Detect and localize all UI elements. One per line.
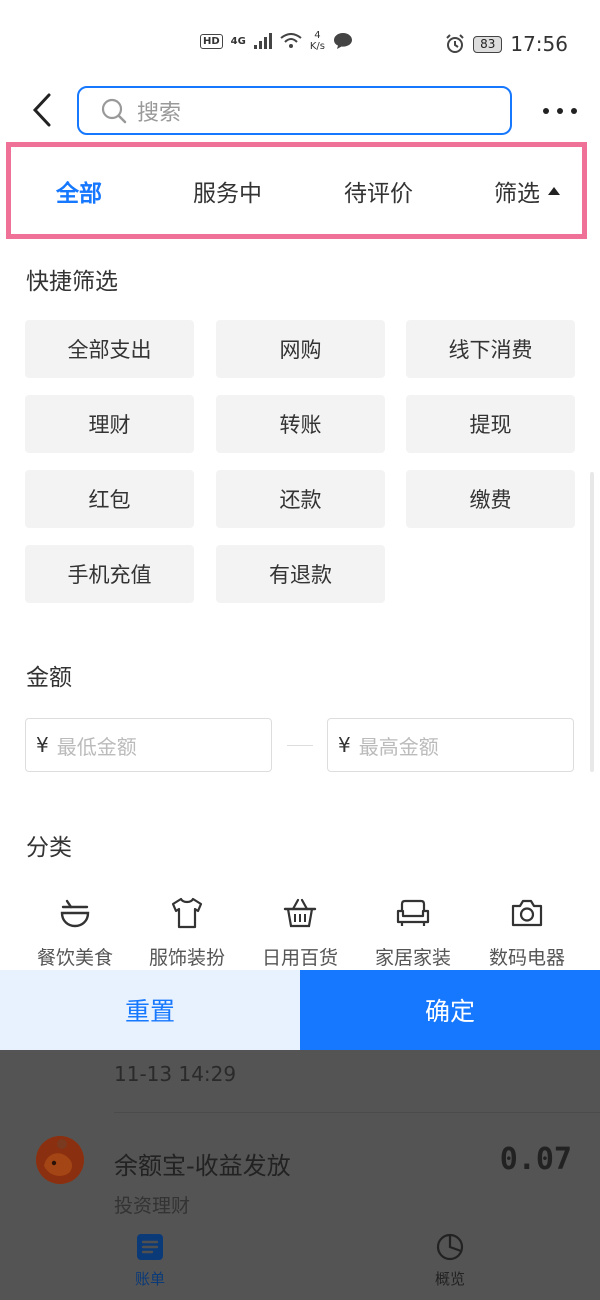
- search-placeholder: 搜索: [137, 100, 182, 126]
- currency-symbol: ¥: [338, 733, 351, 757]
- tab-in-service[interactable]: 服务中: [193, 147, 262, 234]
- max-amount-input[interactable]: ¥ 最高金额: [327, 718, 574, 772]
- yuebao-logo-icon: [36, 1136, 84, 1184]
- category-label: 家居家装: [374, 947, 451, 969]
- amount-title: 金额: [26, 665, 72, 691]
- tab-filter-label: 筛选: [494, 180, 540, 207]
- basket-icon: [283, 898, 317, 928]
- chip-withdraw[interactable]: 提现: [406, 395, 575, 453]
- nav-bills-label: 账单: [134, 1270, 165, 1288]
- bowl-icon: [60, 899, 90, 928]
- chip-red-packet[interactable]: 红包: [25, 470, 194, 528]
- range-divider: [287, 745, 313, 746]
- search-input[interactable]: 搜索: [77, 86, 512, 135]
- signal-icon: [253, 33, 272, 49]
- nav-overview-label: 概览: [434, 1270, 465, 1288]
- pie-chart-icon: [436, 1233, 464, 1261]
- chip-wealth[interactable]: 理财: [25, 395, 194, 453]
- confirm-button[interactable]: 确定: [300, 970, 600, 1050]
- hd-badge: HD: [200, 33, 223, 49]
- network-speed: 4 K/s: [310, 30, 325, 52]
- header: 搜索: [0, 80, 600, 142]
- category-food[interactable]: 餐饮美食: [25, 895, 125, 970]
- chip-online-shopping[interactable]: 网购: [216, 320, 385, 378]
- chip-phone-topup[interactable]: 手机充值: [25, 545, 194, 603]
- alarm-icon: [446, 34, 464, 53]
- nav-bills[interactable]: 账单: [110, 1232, 190, 1289]
- reset-button[interactable]: 重置: [0, 970, 300, 1050]
- nav-overview[interactable]: 概览: [410, 1232, 490, 1289]
- category-label: 日用百货: [261, 947, 338, 969]
- camera-icon: [511, 899, 543, 927]
- wifi-icon: [280, 33, 302, 48]
- quick-filter-title: 快捷筛选: [26, 269, 118, 295]
- category-label: 餐饮美食: [36, 947, 113, 969]
- divider: [114, 1112, 600, 1113]
- dot-icon: [543, 108, 549, 114]
- more-options-button[interactable]: [540, 96, 580, 126]
- record-time: 11-13 14:29: [114, 1062, 237, 1086]
- category-clothing[interactable]: 服饰装扮: [137, 895, 237, 970]
- chip-all-expense[interactable]: 全部支出: [25, 320, 194, 378]
- bill-icon: [137, 1234, 163, 1260]
- back-button[interactable]: [22, 88, 62, 132]
- chip-has-refund[interactable]: 有退款: [216, 545, 385, 603]
- tab-filter[interactable]: 筛选: [494, 147, 560, 234]
- category-label: 数码电器: [488, 947, 565, 969]
- chip-repayment[interactable]: 还款: [216, 470, 385, 528]
- search-icon: [101, 98, 127, 123]
- network-type: 4G: [230, 35, 246, 47]
- panel-scrollbar[interactable]: [590, 472, 594, 772]
- dot-icon: [557, 108, 563, 114]
- category-daily-goods[interactable]: 日用百货: [250, 895, 350, 970]
- tab-all[interactable]: 全部: [56, 147, 102, 234]
- category-home[interactable]: 家居家装: [363, 895, 463, 970]
- chip-transfer[interactable]: 转账: [216, 395, 385, 453]
- category-electronics[interactable]: 数码电器: [477, 895, 577, 970]
- shirt-icon: [171, 897, 203, 929]
- status-left: HD 4G 4 K/s: [200, 30, 353, 52]
- dimmed-overlay[interactable]: 11-13 14:29 余额宝-收益发放 0.07 投资理财 账单 概览: [0, 1050, 600, 1300]
- message-icon: [333, 33, 352, 49]
- chevron-left-icon: [32, 93, 51, 127]
- category-title: 分类: [26, 835, 72, 861]
- status-right: 83 17:56: [445, 32, 568, 56]
- currency-symbol: ¥: [36, 733, 49, 757]
- speed-value: 4: [314, 30, 321, 41]
- tab-bar: 全部 服务中 待评价 筛选: [6, 142, 587, 239]
- record-amount: 0.07: [499, 1142, 572, 1177]
- chip-bill-payment[interactable]: 缴费: [406, 470, 575, 528]
- caret-up-icon: [548, 186, 560, 195]
- sofa-icon: [396, 899, 430, 926]
- record-title: 余额宝-收益发放: [114, 1152, 291, 1180]
- min-amount-input[interactable]: ¥ 最低金额: [25, 718, 272, 772]
- record-category: 投资理财: [114, 1195, 191, 1217]
- max-amount-placeholder: 最高金额: [358, 734, 439, 759]
- tab-to-review[interactable]: 待评价: [344, 147, 413, 234]
- status-bar: HD 4G 4 K/s 83 17:56: [0, 0, 600, 80]
- filter-panel: 快捷筛选 全部支出 网购 线下消费 理财 转账 提现 红包 还款 缴费 手机充值…: [0, 240, 600, 970]
- clock: 17:56: [510, 32, 568, 56]
- battery-indicator: 83: [473, 35, 503, 53]
- min-amount-placeholder: 最低金额: [56, 734, 137, 759]
- dot-icon: [571, 108, 577, 114]
- chip-offline-spending[interactable]: 线下消费: [406, 320, 575, 378]
- category-label: 服饰装扮: [148, 947, 225, 969]
- speed-unit: K/s: [309, 41, 325, 52]
